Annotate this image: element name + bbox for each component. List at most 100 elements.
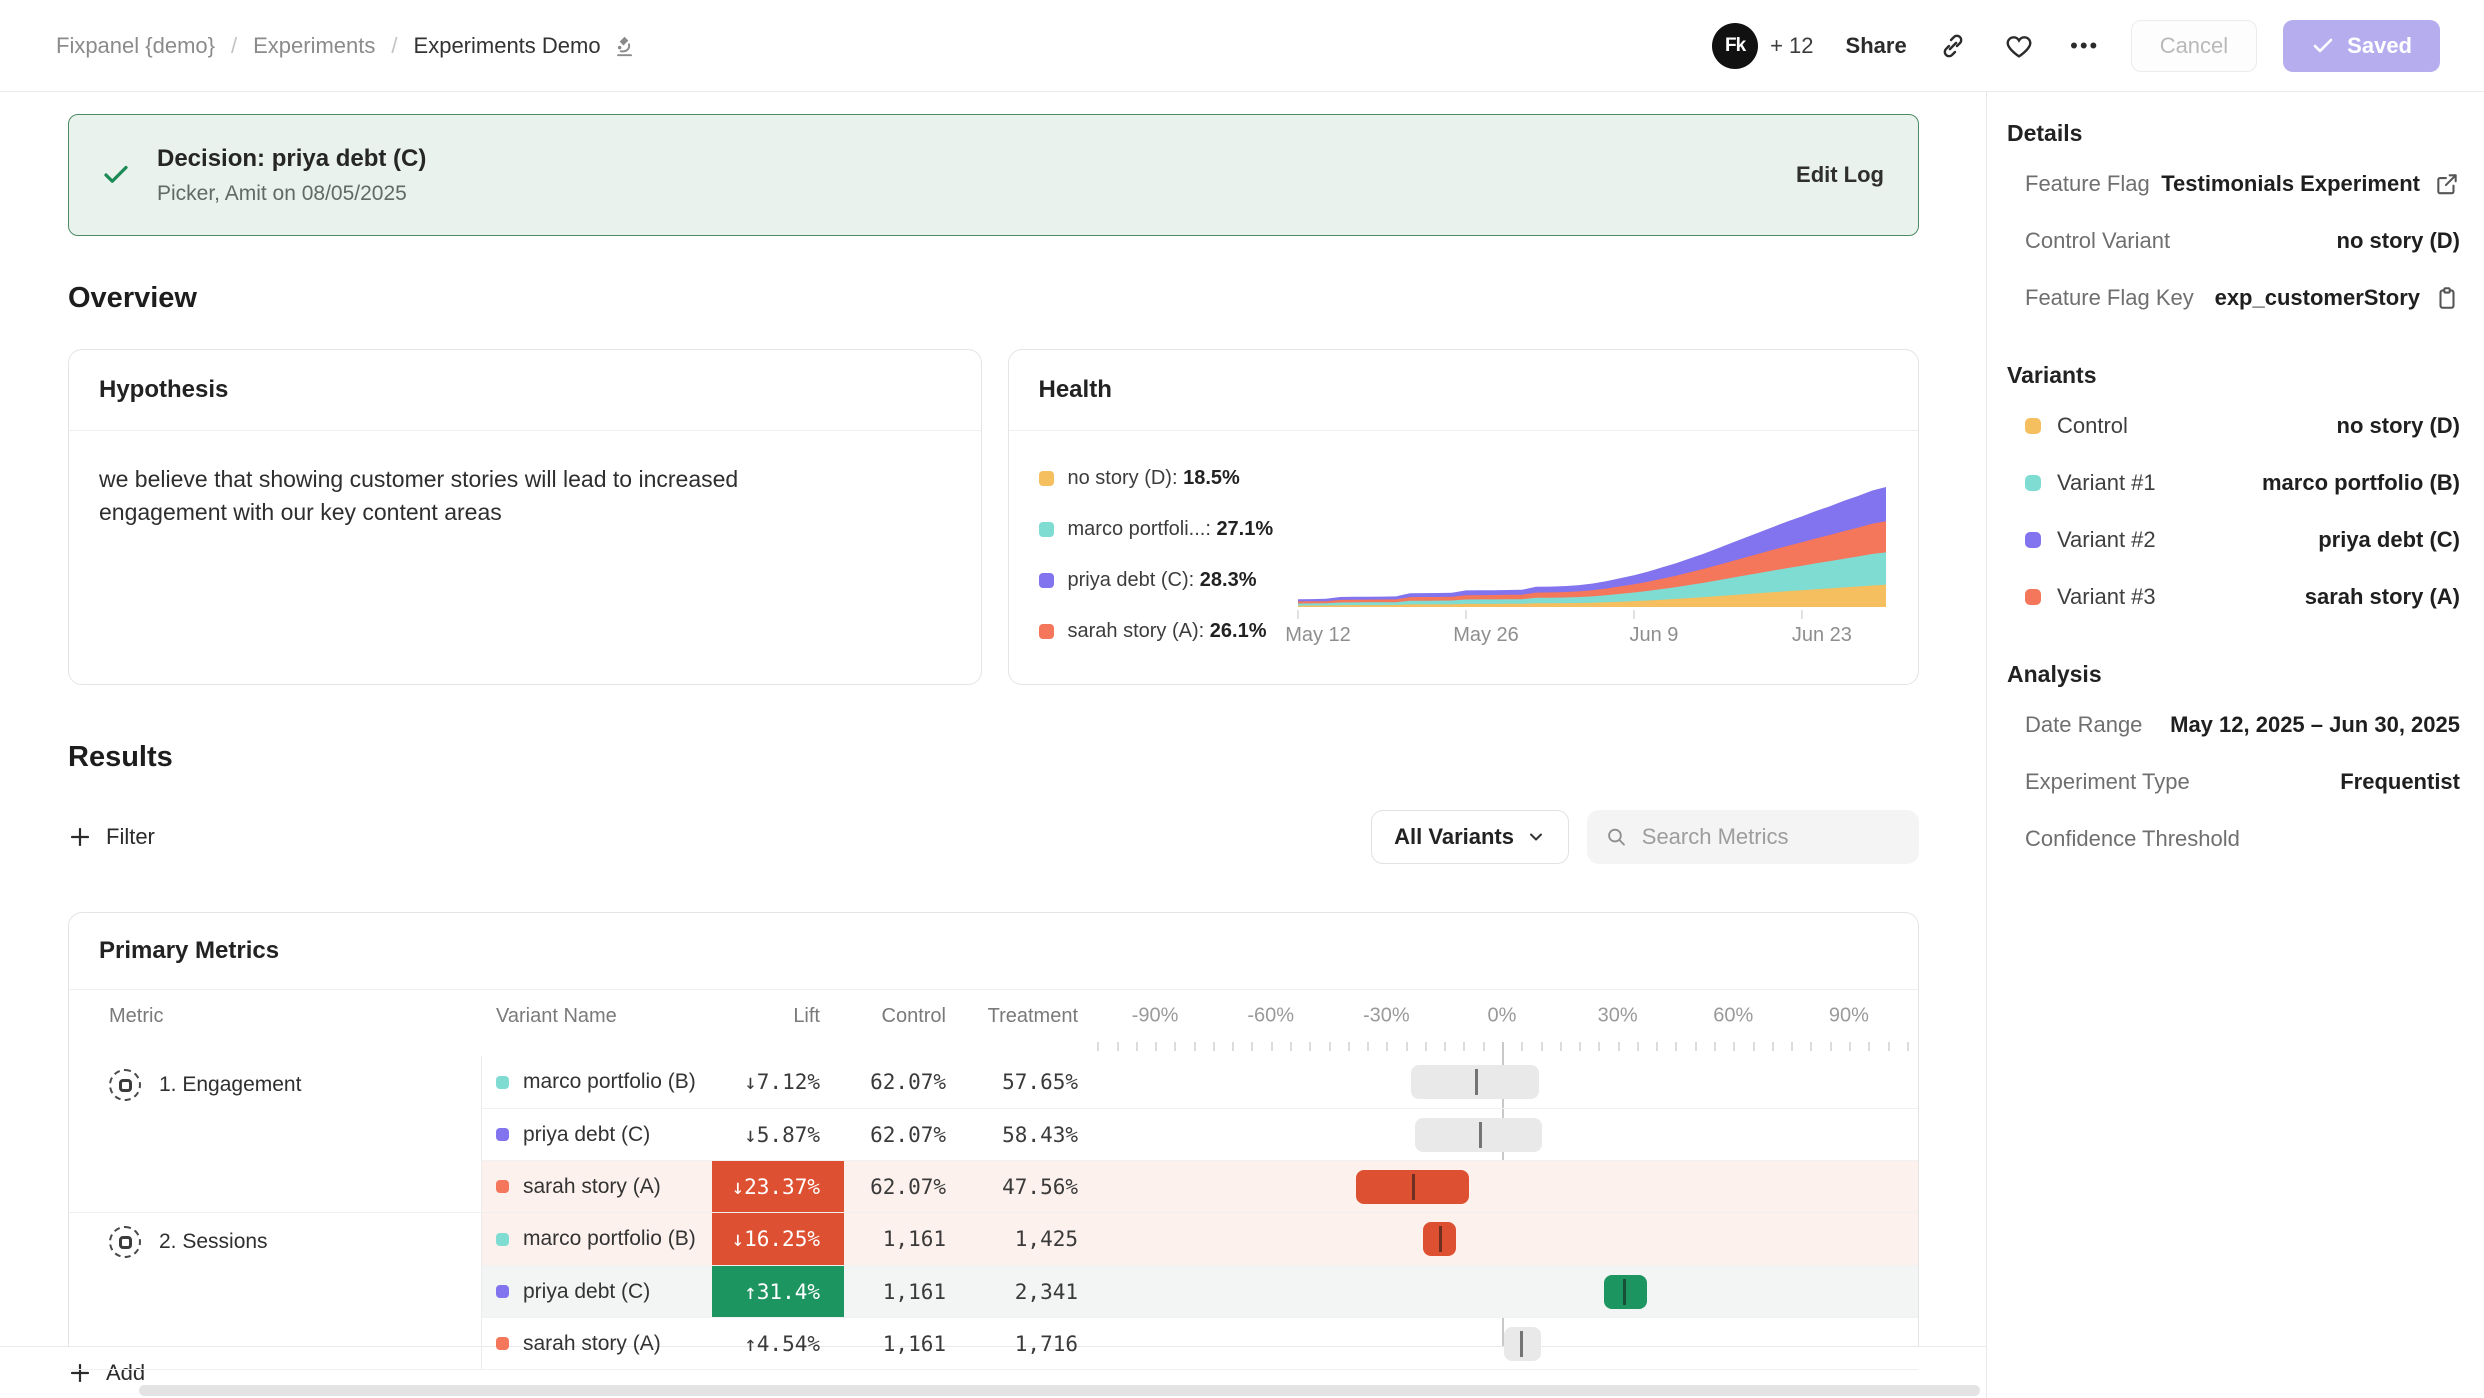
- ci-minor-tick: [1290, 1042, 1292, 1051]
- lift-marker: [1475, 1069, 1478, 1095]
- details-sidebar: Details Feature Flag Testimonials Experi…: [1987, 92, 2484, 1398]
- variant-result-row[interactable]: priya debt (C) ↓5.87% 62.07% 58.43%: [482, 1108, 1918, 1160]
- search-icon: [1605, 824, 1628, 850]
- ci-minor-tick: [1579, 1042, 1581, 1051]
- lift-value: ↓7.12%: [712, 1056, 844, 1108]
- ci-axis-label: -30%: [1363, 1005, 1410, 1028]
- ci-axis-label: -60%: [1247, 1005, 1294, 1028]
- saved-button[interactable]: Saved: [2283, 20, 2440, 72]
- detail-label: Feature Flag: [2025, 171, 2150, 197]
- confidence-interval-cell: [1094, 1213, 1918, 1265]
- ci-minor-tick: [1194, 1042, 1196, 1051]
- saved-label: Saved: [2347, 33, 2412, 59]
- variant-value: sarah story (A): [2305, 584, 2460, 610]
- health-legend: no story (D): 18.5% marco portfoli...: 2…: [1039, 467, 1293, 643]
- copy-link-icon[interactable]: [1933, 26, 1973, 66]
- ci-minor-tick: [1675, 1042, 1677, 1051]
- decision-check-icon: [101, 160, 131, 190]
- ci-minor-tick: [1117, 1042, 1119, 1051]
- x-axis-label: May 12: [1285, 624, 1351, 646]
- variant-name-cell: priya debt (C): [482, 1280, 712, 1304]
- external-link-icon[interactable]: [2434, 171, 2460, 197]
- control-value: 62.07%: [844, 1175, 966, 1199]
- ci-minor-tick: [1309, 1042, 1311, 1051]
- search-metrics-input[interactable]: [1642, 824, 1901, 850]
- detail-value[interactable]: Testimonials Experiment: [2161, 171, 2420, 197]
- variant-result-row[interactable]: sarah story (A) ↑4.54% 1,161 1,716: [482, 1317, 1918, 1369]
- avatar[interactable]: Fk: [1712, 23, 1758, 69]
- clipboard-icon[interactable]: [2434, 285, 2460, 311]
- detail-label: Control Variant: [2025, 228, 2170, 254]
- variant-swatch: [496, 1285, 509, 1298]
- metric-goal-icon: [109, 1069, 141, 1101]
- x-axis-label: Jun 23: [1792, 624, 1852, 646]
- primary-metrics-card: Primary Metrics Metric Variant Name Lift…: [68, 912, 1919, 1370]
- metric-name: 2. Sessions: [159, 1225, 268, 1254]
- breadcrumb-experiments[interactable]: Experiments: [253, 33, 375, 59]
- ci-minor-tick: [1444, 1042, 1446, 1051]
- more-options-button[interactable]: •••: [2065, 26, 2105, 66]
- metric-cell[interactable]: 1. Engagement: [69, 1056, 482, 1212]
- collaborators-count[interactable]: + 12: [1770, 33, 1813, 59]
- lift-marker: [1520, 1331, 1523, 1357]
- metric-cell[interactable]: 2. Sessions: [69, 1213, 482, 1369]
- add-filter-button[interactable]: Filter: [68, 824, 155, 850]
- variant-result-row[interactable]: priya debt (C) ↑31.4% 1,161 2,341: [482, 1265, 1918, 1317]
- table-header: Metric Variant Name Lift Control Treatme…: [69, 990, 1918, 1042]
- ci-minor-tick: [1155, 1042, 1157, 1051]
- ci-axis-label: -90%: [1132, 1005, 1179, 1028]
- analysis-value: May 12, 2025 – Jun 30, 2025: [2170, 712, 2460, 738]
- horizontal-scrollbar[interactable]: [139, 1385, 1980, 1396]
- metric-group: 2. Sessions marco portfolio (B) ↓16.25% …: [69, 1213, 1918, 1370]
- page-title: Experiments Demo: [414, 33, 601, 59]
- control-value: 1,161: [844, 1227, 966, 1251]
- analysis-row: Confidence Threshold: [2007, 810, 2460, 867]
- ci-axis-label: 0%: [1488, 1005, 1517, 1028]
- variant-name-cell: sarah story (A): [482, 1332, 712, 1356]
- variant-swatch: [496, 1337, 509, 1350]
- x-axis-label: Jun 9: [1630, 624, 1679, 646]
- ci-minor-tick: [1598, 1042, 1600, 1051]
- column-header-control: Control: [844, 1005, 966, 1028]
- top-header: Fixpanel {demo} / Experiments / Experime…: [0, 0, 2484, 92]
- share-button[interactable]: Share: [1846, 33, 1907, 59]
- variant-name-cell: priya debt (C): [482, 1123, 712, 1147]
- variant-result-row[interactable]: marco portfolio (B) ↓7.12% 62.07% 57.65%: [482, 1056, 1918, 1108]
- legend-label: no story (D): 18.5%: [1068, 467, 1240, 490]
- confidence-interval-cell: [1094, 1318, 1918, 1369]
- detail-value: no story (D): [2337, 228, 2460, 254]
- column-header-variant: Variant Name: [482, 1005, 712, 1028]
- ci-minor-tick: [1367, 1042, 1369, 1051]
- ci-minor-tick: [1810, 1042, 1812, 1051]
- edit-log-button[interactable]: Edit Log: [1796, 162, 1884, 188]
- variant-swatch: [496, 1180, 509, 1193]
- variant-swatch: [496, 1076, 509, 1089]
- variant-slot-label: Variant #3: [2057, 584, 2156, 610]
- variants-filter-dropdown[interactable]: All Variants: [1371, 810, 1569, 864]
- breadcrumb-project[interactable]: Fixpanel {demo}: [56, 33, 215, 59]
- legend-swatch: [1039, 471, 1054, 486]
- hypothesis-title: Hypothesis: [69, 350, 981, 431]
- variant-slot-label: Variant #1: [2057, 470, 2156, 496]
- breadcrumb-separator: /: [391, 33, 397, 59]
- search-metrics-box: [1587, 810, 1919, 864]
- variant-value: no story (D): [2337, 413, 2460, 439]
- variant-swatch: [496, 1128, 509, 1141]
- analysis-row: Date Range May 12, 2025 – Jun 30, 2025: [2007, 696, 2460, 753]
- ci-minor-tick: [1271, 1042, 1273, 1051]
- ci-minor-tick: [1097, 1042, 1099, 1051]
- detail-row: Control Variant no story (D): [2007, 212, 2460, 269]
- variant-value: priya debt (C): [2318, 527, 2460, 553]
- variant-result-row[interactable]: marco portfolio (B) ↓16.25% 1,161 1,425: [482, 1213, 1918, 1265]
- legend-label: sarah story (A): 26.1%: [1068, 620, 1267, 643]
- cancel-button[interactable]: Cancel: [2131, 20, 2257, 72]
- ci-axis-labels: -90%-60%-30%0%30%60%90%: [1094, 990, 1918, 1042]
- ci-minor-tick: [1733, 1042, 1735, 1051]
- ci-minor-tick: [1560, 1042, 1562, 1051]
- ci-minor-tick: [1521, 1042, 1523, 1051]
- variant-result-row[interactable]: sarah story (A) ↓23.37% 62.07% 47.56%: [482, 1160, 1918, 1212]
- legend-item: priya debt (C): 28.3%: [1039, 569, 1293, 592]
- favorite-heart-icon[interactable]: [1999, 26, 2039, 66]
- confidence-interval-cell: [1094, 1266, 1918, 1317]
- breadcrumb-current: Experiments Demo: [414, 33, 637, 59]
